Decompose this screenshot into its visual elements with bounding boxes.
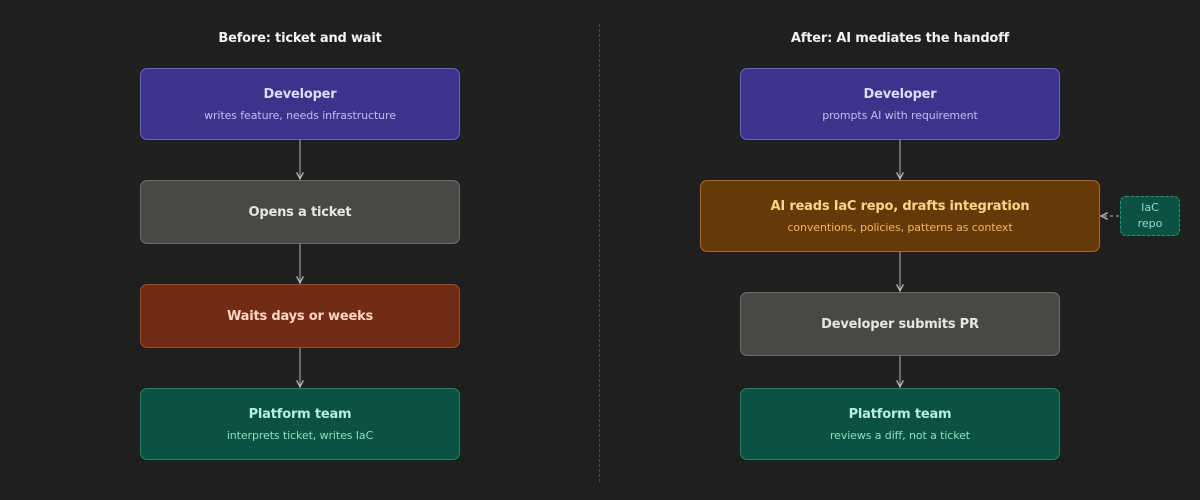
flow-connectors <box>0 140 1119 500</box>
